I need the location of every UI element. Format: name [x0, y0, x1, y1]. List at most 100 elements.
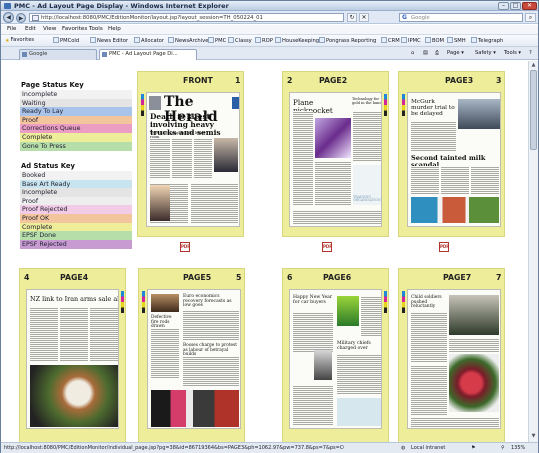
- search-field[interactable]: G Google: [399, 13, 523, 22]
- color-bar: [141, 94, 144, 116]
- car-photo: [458, 99, 500, 129]
- maximize-button[interactable]: □: [510, 2, 521, 10]
- color-bar: [402, 94, 405, 116]
- stop-button[interactable]: ✕: [359, 13, 369, 22]
- food-photo: [449, 354, 499, 412]
- page-panel-page3[interactable]: PAGE3 3 McGurk murder trial to be delaye…: [398, 71, 505, 252]
- page-thumbnail[interactable]: McGurk murder trial to be delayed Second…: [407, 92, 501, 227]
- fav-link-crm[interactable]: CRM: [381, 37, 400, 44]
- fav-link-pmc[interactable]: PMC: [208, 37, 226, 44]
- page-status-gone-to-press: Gone To Press: [20, 141, 132, 151]
- home-icon[interactable]: ⌂: [411, 50, 414, 56]
- pdf-icon[interactable]: PDF: [322, 242, 332, 252]
- page-thumbnail[interactable]: NZ link to Iran arms sale al-: [26, 289, 119, 429]
- color-bar: [384, 94, 387, 116]
- link-icon: [168, 37, 174, 43]
- page-panel-page4[interactable]: 4 PAGE4 NZ link to Iran arms sale al-: [19, 268, 126, 442]
- text-column: [293, 312, 333, 352]
- fav-link-ipmc[interactable]: IPMC: [401, 37, 421, 44]
- favorites-button[interactable]: ★Favorites: [5, 37, 34, 44]
- text-column: [60, 307, 88, 362]
- fav-link-bom[interactable]: BOM: [425, 37, 444, 44]
- text-column: [411, 365, 447, 415]
- page-panel-page6[interactable]: 6 PAGE6 Happy New Year for car buyers Mi…: [282, 268, 389, 442]
- color-bar: [142, 291, 145, 313]
- ad-block: [151, 390, 239, 427]
- lead-headline: Child soldiers pushed reluctantly: [411, 295, 442, 310]
- browser-window: PMC - Ad Layout Page Display - Windows I…: [0, 0, 539, 453]
- close-button[interactable]: ✕: [522, 2, 537, 10]
- feeds-icon[interactable]: ▤: [423, 50, 428, 56]
- color-bar: [402, 291, 405, 313]
- page-panel-front[interactable]: FRONT 1 The Herald Death is latest invol…: [137, 71, 244, 252]
- page-panel-page7[interactable]: PAGE7 7 Child soldiers pushed reluctantl…: [398, 268, 505, 442]
- link-icon: [53, 37, 59, 43]
- menu-file[interactable]: File: [7, 26, 16, 32]
- fav-link-pmcold[interactable]: PMCold: [53, 37, 79, 44]
- text-column: [191, 183, 238, 223]
- help-icon[interactable]: ?: [529, 50, 532, 56]
- zoom-level[interactable]: 135%: [511, 445, 525, 451]
- page-panel-page5[interactable]: PAGE5 5 Euro economics recovery forecast…: [138, 268, 245, 442]
- side-headline: Technology for gold in the hand: [352, 97, 382, 105]
- ad-text: TRAINING ORGANISATION: [353, 195, 381, 203]
- safety-menu[interactable]: Safety ▾: [475, 50, 496, 56]
- menu-edit[interactable]: Edit: [25, 26, 36, 32]
- fav-link-rop[interactable]: ROP: [255, 37, 273, 44]
- page-thumbnail[interactable]: Plane pickpocket Technology for gold in …: [289, 92, 382, 227]
- print-icon[interactable]: ⎙: [435, 50, 439, 57]
- page-tab-icon: [102, 52, 107, 57]
- menu-help[interactable]: Help: [108, 26, 121, 32]
- page-name: PAGE6: [323, 273, 352, 282]
- page-thumbnail[interactable]: Happy New Year for car buyers Military c…: [289, 289, 382, 429]
- status-bar: http://localhost:8080/PMC/EditionMonitor…: [1, 442, 538, 453]
- page-name: PAGE7: [443, 273, 472, 282]
- forward-button[interactable]: ▶: [16, 13, 26, 23]
- fav-link-allocator[interactable]: Allocator: [134, 37, 164, 44]
- scroll-thumb[interactable]: [530, 70, 537, 150]
- page-thumbnail[interactable]: Euro economics recovery forecasts as low…: [147, 289, 241, 429]
- page-number: 7: [496, 273, 502, 282]
- tab-pmc-ad-layout[interactable]: PMC - Ad Layout Page Di...: [99, 49, 197, 60]
- top-photo: [151, 294, 179, 312]
- fav-link-news-editor[interactable]: News Editor: [90, 37, 128, 44]
- refresh-button[interactable]: ↻: [347, 13, 357, 22]
- menu-view[interactable]: View: [43, 26, 56, 32]
- page-panel-page2[interactable]: 2 PAGE2 Plane pickpocket Technology for …: [282, 71, 389, 252]
- scroll-up-icon[interactable]: ▲: [530, 62, 537, 69]
- text-column: [183, 310, 239, 340]
- zone-label: Local intranet: [411, 445, 446, 451]
- menu-bar: File Edit View Favorites Tools Help: [1, 25, 538, 35]
- text-column: [293, 210, 381, 225]
- menu-favorites[interactable]: Favorites: [62, 26, 87, 32]
- page-name: PAGE4: [60, 273, 89, 282]
- page-thumbnail[interactable]: The Herald Death is latest involving hea…: [146, 92, 240, 227]
- masthead-photo: [149, 96, 161, 110]
- page-name: PAGE5: [183, 273, 212, 282]
- address-field[interactable]: http://localhost:8080/PMC/EditionMonitor…: [29, 13, 344, 22]
- menu-tools[interactable]: Tools: [89, 26, 103, 32]
- fav-link-smh[interactable]: SMH: [447, 37, 466, 44]
- fav-link-housekeeping[interactable]: HouseKeeping: [275, 37, 319, 44]
- vertical-scrollbar[interactable]: ▲ ▼: [528, 61, 538, 442]
- back-button[interactable]: ◀: [3, 12, 14, 23]
- page-menu[interactable]: Page ▾: [447, 50, 464, 56]
- page-thumbnail[interactable]: Child soldiers pushed reluctantly: [407, 289, 501, 429]
- link-icon: [447, 37, 453, 43]
- tools-menu[interactable]: Tools ▾: [504, 50, 521, 56]
- ad-banner: [411, 197, 499, 223]
- pdf-icon[interactable]: PDF: [439, 242, 449, 252]
- tab-google[interactable]: Google: [19, 49, 97, 60]
- zoom-icon[interactable]: ⚲: [501, 445, 505, 451]
- fav-link-pongrass-reporting[interactable]: Pongrass Reporting: [319, 37, 376, 44]
- fav-link-newsarchive[interactable]: NewsArchive: [168, 37, 208, 44]
- pdf-icon[interactable]: PDF: [180, 242, 190, 252]
- minimize-button[interactable]: –: [498, 2, 509, 10]
- ad-status-epsf-rejected: EPSF Rejected: [20, 239, 132, 249]
- fav-link-telegraph[interactable]: Telegraph: [471, 37, 503, 44]
- scroll-down-icon[interactable]: ▼: [530, 433, 537, 440]
- search-icon[interactable]: ⌕: [525, 13, 536, 22]
- fav-link-classy[interactable]: Classy: [228, 37, 252, 44]
- text-column: [293, 111, 313, 206]
- text-column: [471, 166, 499, 194]
